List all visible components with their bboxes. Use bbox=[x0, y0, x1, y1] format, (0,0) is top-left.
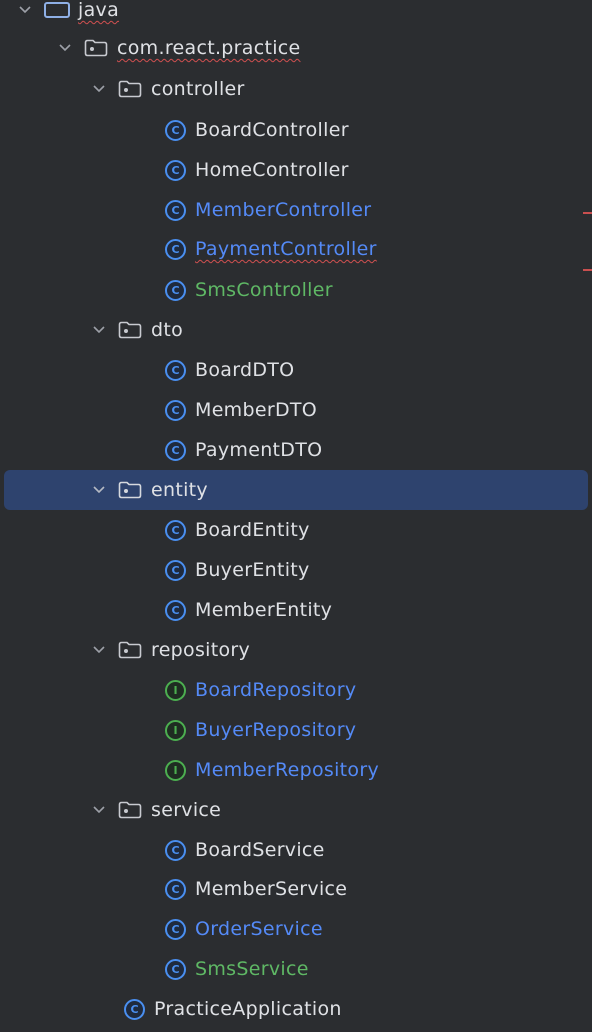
package-folder-icon bbox=[118, 801, 142, 819]
class-icon: C bbox=[165, 958, 186, 980]
tree-node-label: BoardDTO bbox=[195, 359, 295, 381]
source-root-folder-icon bbox=[44, 2, 70, 18]
tree-node-service-package[interactable]: service bbox=[0, 790, 592, 830]
package-folder-icon bbox=[118, 641, 142, 659]
tree-node-label: BoardController bbox=[195, 119, 349, 141]
class-icon: C bbox=[165, 159, 186, 181]
tree-node-class[interactable]: C BuyerEntity bbox=[0, 550, 592, 590]
chevron-down-icon[interactable] bbox=[58, 41, 72, 55]
tree-node-class[interactable]: C BoardService bbox=[0, 830, 592, 870]
class-icon: C bbox=[124, 998, 145, 1020]
chevron-down-icon[interactable] bbox=[92, 82, 106, 96]
tree-node-label: service bbox=[151, 799, 222, 821]
project-tree-panel: java com.react.practice controller C Boa… bbox=[0, 0, 592, 1032]
tree-node-application-class[interactable]: C PracticeApplication bbox=[0, 989, 592, 1029]
tree-node-class[interactable]: C MemberService bbox=[0, 869, 592, 909]
tree-node-label: SmsController bbox=[195, 279, 333, 301]
tree-node-class[interactable]: C BoardDTO bbox=[0, 350, 592, 390]
class-icon: C bbox=[165, 918, 186, 940]
tree-node-interface[interactable]: I BoardRepository bbox=[0, 670, 592, 710]
tree-node-java[interactable]: java bbox=[0, 0, 592, 30]
tree-node-label: SmsService bbox=[195, 958, 309, 980]
tree-node-label: BoardEntity bbox=[195, 519, 310, 541]
tree-node-repository-package[interactable]: repository bbox=[0, 630, 592, 670]
tree-node-label: MemberRepository bbox=[195, 759, 379, 781]
package-folder-icon bbox=[84, 39, 108, 57]
class-icon: C bbox=[165, 599, 186, 621]
chevron-down-icon[interactable] bbox=[18, 3, 32, 17]
tree-node-entity-package[interactable]: entity bbox=[4, 470, 588, 510]
chevron-down-icon[interactable] bbox=[92, 323, 106, 337]
tree-node-label: PracticeApplication bbox=[154, 998, 342, 1020]
class-icon: C bbox=[165, 199, 186, 221]
package-folder-icon bbox=[118, 80, 142, 98]
tree-node-label: java bbox=[78, 0, 120, 21]
tree-node-interface[interactable]: I BuyerRepository bbox=[0, 710, 592, 750]
class-icon: C bbox=[165, 359, 186, 381]
tree-node-class[interactable]: C SmsController bbox=[0, 270, 592, 310]
tree-node-label: MemberDTO bbox=[195, 399, 318, 421]
tree-node-class[interactable]: C HomeController bbox=[0, 150, 592, 190]
class-icon: C bbox=[165, 439, 186, 461]
tree-node-label: MemberController bbox=[195, 199, 372, 221]
chevron-down-icon[interactable] bbox=[92, 643, 106, 657]
tree-node-label: PaymentController bbox=[195, 238, 377, 260]
class-icon: C bbox=[165, 878, 186, 900]
class-icon: C bbox=[165, 238, 186, 260]
interface-icon: I bbox=[165, 759, 186, 781]
tree-node-controller-package[interactable]: controller bbox=[0, 69, 592, 109]
class-icon: C bbox=[165, 559, 186, 581]
class-icon: C bbox=[165, 119, 186, 141]
package-folder-icon bbox=[118, 481, 142, 499]
tree-node-class[interactable]: C MemberEntity bbox=[0, 590, 592, 630]
tree-node-class[interactable]: C MemberDTO bbox=[0, 390, 592, 430]
tree-node-class[interactable]: C BoardEntity bbox=[0, 510, 592, 550]
tree-node-class[interactable]: C BoardController bbox=[0, 110, 592, 150]
tree-node-label: MemberService bbox=[195, 878, 348, 900]
tree-node-label: com.react.practice bbox=[117, 37, 301, 59]
tree-node-class[interactable]: C MemberController bbox=[0, 190, 592, 230]
tree-node-label: OrderService bbox=[195, 918, 323, 940]
class-icon: C bbox=[165, 839, 186, 861]
tree-node-label: dto bbox=[151, 319, 184, 341]
tree-node-label: controller bbox=[151, 78, 245, 100]
interface-icon: I bbox=[165, 719, 186, 741]
tree-node-class[interactable]: C PaymentDTO bbox=[0, 430, 592, 470]
tree-node-label: BuyerRepository bbox=[195, 719, 357, 741]
tree-node-label: BuyerEntity bbox=[195, 559, 310, 581]
chevron-down-icon[interactable] bbox=[92, 483, 106, 497]
interface-icon: I bbox=[165, 679, 186, 701]
tree-node-class[interactable]: C PaymentController bbox=[0, 229, 592, 269]
tree-node-label: HomeController bbox=[195, 159, 349, 181]
tree-node-label: MemberEntity bbox=[195, 599, 333, 621]
tree-node-interface[interactable]: I MemberRepository bbox=[0, 750, 592, 790]
tree-node-label: entity bbox=[151, 479, 208, 501]
class-icon: C bbox=[165, 399, 186, 421]
tree-node-label: BoardRepository bbox=[195, 679, 357, 701]
chevron-down-icon[interactable] bbox=[92, 803, 106, 817]
tree-node-label: BoardService bbox=[195, 839, 325, 861]
tree-node-dto-package[interactable]: dto bbox=[0, 310, 592, 350]
package-folder-icon bbox=[118, 321, 142, 339]
tree-node-label: repository bbox=[151, 639, 251, 661]
tree-node-class[interactable]: C OrderService bbox=[0, 909, 592, 949]
tree-node-class[interactable]: C SmsService bbox=[0, 949, 592, 989]
tree-node-label: PaymentDTO bbox=[195, 439, 323, 461]
class-icon: C bbox=[165, 279, 186, 301]
class-icon: C bbox=[165, 519, 186, 541]
tree-node-package[interactable]: com.react.practice bbox=[0, 28, 592, 68]
